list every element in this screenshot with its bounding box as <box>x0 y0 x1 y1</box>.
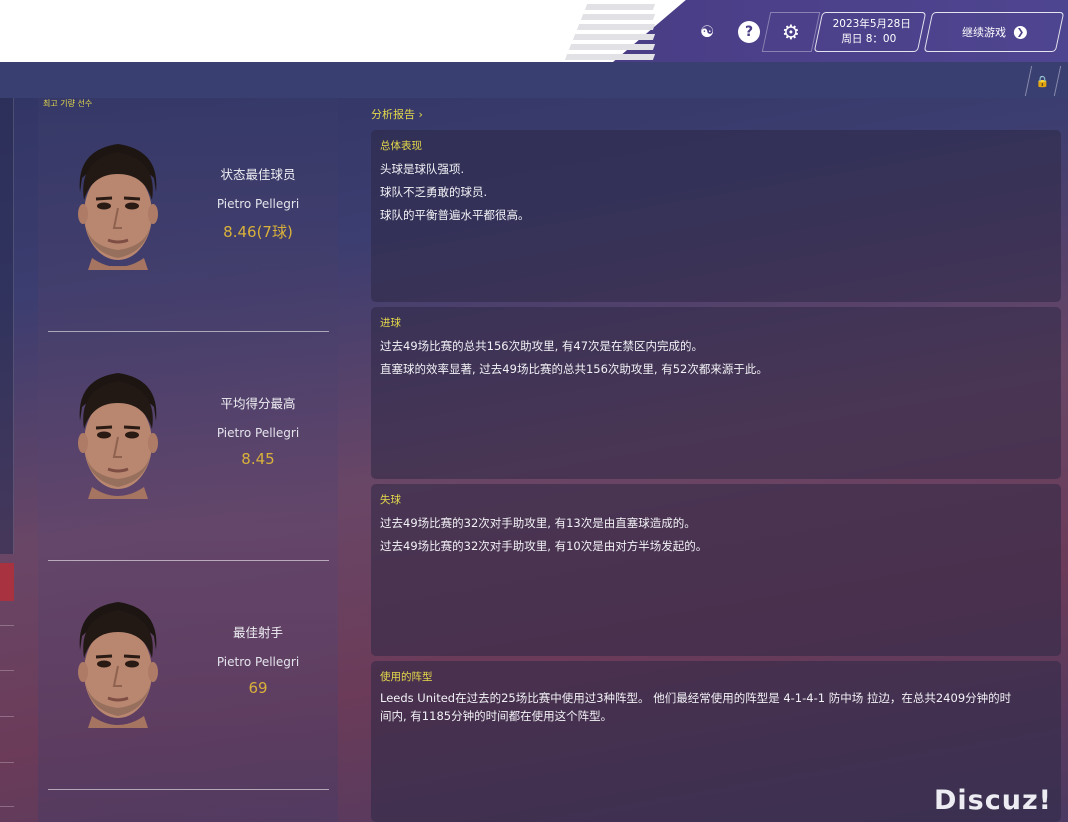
chevron-right-icon: › <box>418 108 423 121</box>
player-card-scorer[interactable]: 最佳射手 Pietro Pellegri 69 <box>48 570 329 790</box>
player-card-info: 状态最佳球员 Pietro Pellegri 8.46(7球) <box>198 164 318 242</box>
section-line: 球队不乏勇敢的球员. <box>380 185 488 199</box>
gear-icon: ⚙ <box>782 20 800 44</box>
player-stat-value: 69 <box>248 679 268 697</box>
logo-stripes <box>564 0 692 62</box>
panel-title: 최고 기량 선수 <box>43 99 93 108</box>
sub-bar: 🔒 <box>0 62 1068 98</box>
analysis-link-label: 分析报告 <box>371 108 415 121</box>
player-face-image <box>78 144 158 270</box>
continue-button[interactable]: 继续游戏 ❯ <box>923 12 1065 52</box>
section-line: 过去49场比赛的32次对手助攻里, 有13次是由直塞球造成的。 <box>380 516 696 530</box>
section-line: 过去49场比赛的32次对手助攻里, 有10次是由对方半场发起的。 <box>380 539 708 553</box>
lock-icon: 🔒 <box>1036 74 1050 88</box>
section-paragraph: Leeds United在过去的25场比赛中使用过3种阵型。 他们最经常使用的阵… <box>380 691 1012 723</box>
section-title: 失球 <box>380 494 401 506</box>
lock-button[interactable]: 🔒 <box>1024 66 1062 96</box>
card-divider <box>48 789 329 790</box>
card-title: 平均得分最高 <box>220 396 296 411</box>
player-face-image <box>78 373 158 499</box>
time-text: 周日 8：00 <box>840 33 896 45</box>
player-card-info: 平均得分最高 Pietro Pellegri 8.45 <box>198 393 318 468</box>
help-icon[interactable]: ? <box>738 21 760 43</box>
section-line: 过去49场比赛的总共156次助攻里, 有47次是在禁区内完成的。 <box>380 339 704 353</box>
chevron-right-icon: ❯ <box>1013 25 1027 39</box>
section-line: 球队的平衡普遍水平都很高。 <box>380 208 530 222</box>
card-title: 最佳射手 <box>232 625 283 640</box>
player-card-average[interactable]: 平均得分最高 Pietro Pellegri 8.45 <box>48 341 329 561</box>
player-name[interactable]: Pietro Pellegri <box>198 655 318 669</box>
player-card-form[interactable]: 状态最佳球员 Pietro Pellegri 8.46(7球) <box>48 112 329 332</box>
section-title: 总体表现 <box>380 140 422 152</box>
player-name[interactable]: Pietro Pellegri <box>198 426 318 440</box>
section-line: 直塞球的效率显著, 过去49场比赛的总共156次助攻里, 有52次都来源于此。 <box>380 362 768 376</box>
card-divider <box>48 331 329 332</box>
player-stat-value: 8.45 <box>241 450 275 468</box>
player-stat-value: 8.46(7球) <box>223 223 293 241</box>
globe-icon[interactable]: ☯ <box>694 18 720 44</box>
player-face-image <box>78 602 158 728</box>
player-name[interactable]: Pietro Pellegri <box>198 197 318 211</box>
card-divider <box>48 560 329 561</box>
left-side-highlight[interactable] <box>0 563 14 601</box>
section-line: 头球是球队强项. <box>380 162 465 176</box>
section-goals-scored: 进球 过去49场比赛的总共156次助攻里, 有47次是在禁区内完成的。 直塞球的… <box>371 307 1061 479</box>
section-title: 使用的阵型 <box>380 671 433 683</box>
settings-button[interactable]: ⚙ <box>761 12 821 52</box>
continue-label: 继续游戏 <box>961 26 1006 39</box>
date-text: 2023年5月28日 <box>832 18 911 30</box>
card-title: 状态最佳球员 <box>220 167 296 182</box>
left-side-panel <box>0 98 14 554</box>
section-goals-conceded: 失球 过去49场比赛的32次对手助攻里, 有13次是由直塞球造成的。 过去49场… <box>371 484 1061 656</box>
analysis-report-link[interactable]: 分析报告 › <box>371 106 423 122</box>
section-overall: 总体表现 头球是球队强项. 球队不乏勇敢的球员. 球队的平衡普遍水平都很高。 <box>371 130 1061 302</box>
watermark-text: Discuz! <box>934 785 1052 816</box>
player-card-info: 最佳射手 Pietro Pellegri 69 <box>198 622 318 697</box>
date-display[interactable]: 2023年5月28日 周日 8：00 <box>813 12 927 52</box>
section-title: 进球 <box>380 317 401 329</box>
